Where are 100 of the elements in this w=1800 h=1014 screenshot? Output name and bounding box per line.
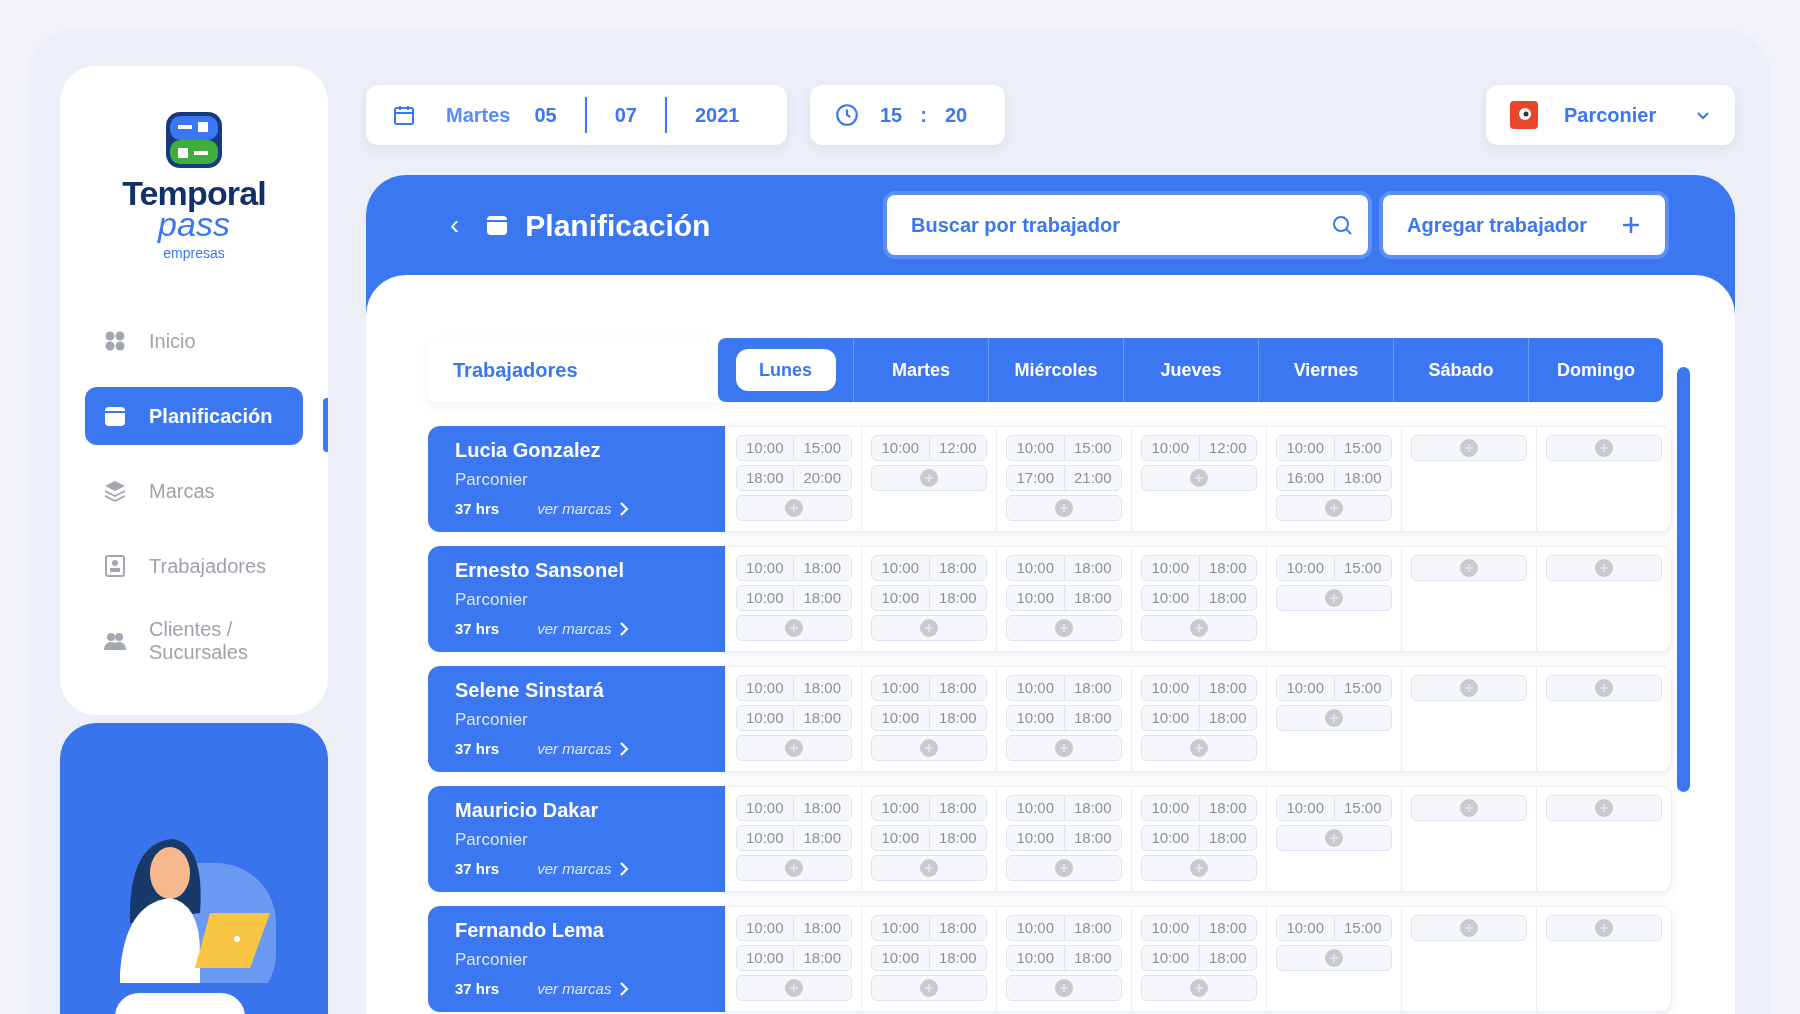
shift-pill[interactable]: 17:00 21:00 <box>1006 465 1122 491</box>
view-marks-link[interactable]: ver marcas <box>537 618 612 641</box>
shift-pill[interactable]: 10:00 18:00 <box>1006 705 1122 731</box>
add-shift-button[interactable] <box>1411 915 1527 941</box>
add-shift-button[interactable] <box>1276 705 1392 731</box>
shift-pill[interactable]: 10:00 18:00 <box>871 705 987 731</box>
shift-pill[interactable]: 10:00 15:00 <box>1276 435 1392 461</box>
day-tab[interactable]: Sábado <box>1420 349 1502 391</box>
shift-pill[interactable]: 10:00 18:00 <box>1006 915 1122 941</box>
shift-pill[interactable]: 10:00 18:00 <box>735 555 852 581</box>
add-shift-button[interactable] <box>871 855 987 881</box>
add-shift-button[interactable] <box>1411 435 1527 461</box>
add-shift-button[interactable] <box>735 495 852 521</box>
add-shift-button[interactable] <box>1276 825 1392 851</box>
add-shift-button[interactable] <box>1546 435 1662 461</box>
scrollbar[interactable] <box>1677 367 1690 792</box>
shift-pill[interactable]: 10:00 18:00 <box>871 555 987 581</box>
add-shift-button[interactable] <box>1006 735 1122 761</box>
shift-pill[interactable]: 10:00 12:00 <box>1141 435 1257 461</box>
shift-pill[interactable]: 10:00 18:00 <box>871 915 987 941</box>
add-shift-button[interactable] <box>1276 945 1392 971</box>
shift-pill[interactable]: 10:00 18:00 <box>1006 585 1122 611</box>
shift-pill[interactable]: 16:00 18:00 <box>1276 465 1392 491</box>
view-marks-link[interactable]: ver marcas <box>537 738 612 761</box>
shift-pill[interactable]: 10:00 18:00 <box>871 585 987 611</box>
add-shift-button[interactable] <box>1411 555 1527 581</box>
add-shift-button[interactable] <box>1006 975 1122 1001</box>
add-shift-button[interactable] <box>1276 585 1392 611</box>
shift-pill[interactable]: 10:00 18:00 <box>1006 795 1122 821</box>
add-shift-button[interactable] <box>1141 975 1257 1001</box>
add-shift-button[interactable] <box>871 615 987 641</box>
add-shift-button[interactable] <box>871 735 987 761</box>
nav-item[interactable]: Trabajadores <box>85 537 303 596</box>
view-marks-link[interactable]: ver marcas <box>537 978 612 1001</box>
back-button[interactable]: ‹ <box>450 211 460 239</box>
add-shift-button[interactable] <box>1411 675 1527 701</box>
shift-pill[interactable]: 10:00 15:00 <box>1276 795 1392 821</box>
shift-pill[interactable]: 10:00 18:00 <box>735 795 852 821</box>
shift-pill[interactable]: 10:00 15:00 <box>1276 915 1392 941</box>
add-shift-button[interactable] <box>1546 795 1662 821</box>
nav-item[interactable]: Planificación <box>85 387 303 446</box>
shift-pill[interactable]: 10:00 15:00 <box>735 435 852 461</box>
day-tab[interactable]: Domingo <box>1549 349 1643 391</box>
shift-pill[interactable]: 10:00 18:00 <box>1141 945 1257 971</box>
add-shift-button[interactable] <box>1141 615 1257 641</box>
day-tab[interactable]: Martes <box>884 349 958 391</box>
view-marks-link[interactable]: ver marcas <box>537 858 612 881</box>
add-shift-button[interactable] <box>1006 615 1122 641</box>
add-shift-button[interactable] <box>735 735 852 761</box>
search-field[interactable]: Buscar por trabajador <box>887 195 1368 255</box>
add-shift-button[interactable] <box>1006 855 1122 881</box>
shift-pill[interactable]: 10:00 18:00 <box>871 675 987 701</box>
nav-item[interactable]: Inicio <box>85 312 303 371</box>
shift-pill[interactable]: 10:00 18:00 <box>1141 675 1257 701</box>
shift-pill[interactable]: 10:00 12:00 <box>871 435 987 461</box>
day-tab[interactable]: Viernes <box>1285 349 1367 391</box>
shift-pill[interactable]: 10:00 18:00 <box>735 585 852 611</box>
shift-pill[interactable]: 10:00 18:00 <box>735 675 852 701</box>
day-tab[interactable]: Miércoles <box>1006 349 1106 391</box>
add-shift-button[interactable] <box>735 855 852 881</box>
add-shift-button[interactable] <box>1006 495 1122 521</box>
shift-pill[interactable]: 18:00 20:00 <box>735 465 852 491</box>
add-shift-button[interactable] <box>735 615 852 641</box>
shift-pill[interactable]: 10:00 15:00 <box>1276 555 1392 581</box>
add-shift-button[interactable] <box>871 975 987 1001</box>
user-menu[interactable]: Parconier <box>1486 85 1735 145</box>
nav-item[interactable]: Marcas <box>85 462 303 521</box>
add-shift-button[interactable] <box>871 465 987 491</box>
shift-pill[interactable]: 10:00 18:00 <box>871 825 987 851</box>
shift-pill[interactable]: 10:00 18:00 <box>1006 675 1122 701</box>
add-shift-button[interactable] <box>1546 675 1662 701</box>
shift-pill[interactable]: 10:00 18:00 <box>1006 945 1122 971</box>
add-shift-button[interactable] <box>1141 465 1257 491</box>
nav-item[interactable]: Clientes / Sucursales <box>85 612 303 671</box>
add-shift-button[interactable] <box>1546 555 1662 581</box>
shift-pill[interactable]: 10:00 15:00 <box>1276 675 1392 701</box>
shift-pill[interactable]: 10:00 15:00 <box>1006 435 1122 461</box>
shift-pill[interactable]: 10:00 18:00 <box>735 945 852 971</box>
add-shift-button[interactable] <box>1411 795 1527 821</box>
day-tab[interactable]: Lunes <box>735 349 836 391</box>
shift-pill[interactable]: 10:00 18:00 <box>1141 795 1257 821</box>
add-shift-button[interactable] <box>1546 915 1662 941</box>
shift-pill[interactable]: 10:00 18:00 <box>735 825 852 851</box>
shift-pill[interactable]: 10:00 18:00 <box>735 915 852 941</box>
day-tab[interactable]: Jueves <box>1152 349 1230 391</box>
add-shift-button[interactable] <box>1276 495 1392 521</box>
shift-pill[interactable]: 10:00 18:00 <box>1006 825 1122 851</box>
shift-pill[interactable]: 10:00 18:00 <box>1141 585 1257 611</box>
shift-pill[interactable]: 10:00 18:00 <box>735 705 852 731</box>
add-shift-button[interactable] <box>1141 735 1257 761</box>
add-shift-button[interactable] <box>1141 855 1257 881</box>
shift-pill[interactable]: 10:00 18:00 <box>1141 705 1257 731</box>
shift-pill[interactable]: 10:00 18:00 <box>1141 555 1257 581</box>
shift-pill[interactable]: 10:00 18:00 <box>871 795 987 821</box>
shift-pill[interactable]: 10:00 18:00 <box>1006 555 1122 581</box>
shift-pill[interactable]: 10:00 18:00 <box>871 945 987 971</box>
view-marks-link[interactable]: ver marcas <box>537 498 612 521</box>
shift-pill[interactable]: 10:00 18:00 <box>1141 825 1257 851</box>
shift-pill[interactable]: 10:00 18:00 <box>1141 915 1257 941</box>
add-shift-button[interactable] <box>735 975 852 1001</box>
